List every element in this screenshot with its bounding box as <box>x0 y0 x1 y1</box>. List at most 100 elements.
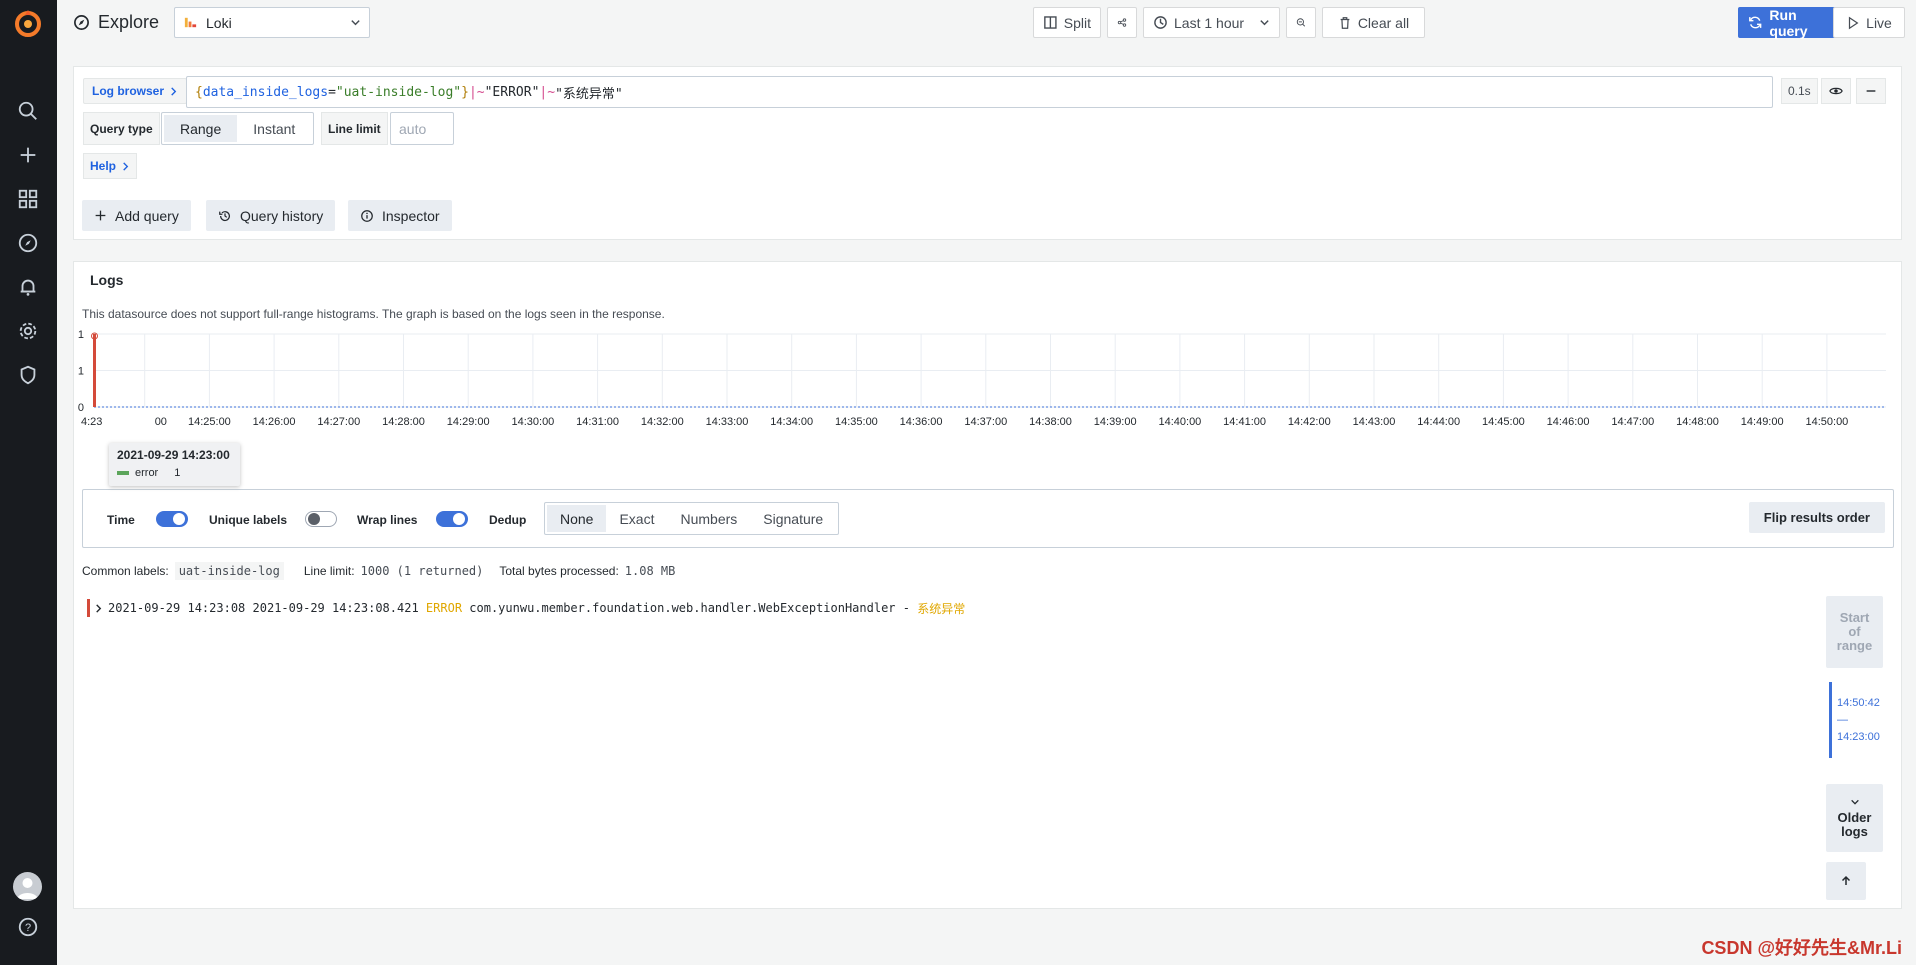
tooltip-series-name: error <box>135 467 159 479</box>
help-icon[interactable]: ? <box>16 915 40 939</box>
chevron-down-icon <box>351 20 360 26</box>
chevron-right-icon <box>123 161 129 171</box>
info-circle-icon <box>361 209 373 222</box>
x-tick-label: 14:25:00 <box>188 416 231 428</box>
query-history-button[interactable]: Query history <box>206 200 336 231</box>
line-limit-input[interactable]: auto <box>390 112 454 145</box>
x-tick-label: 00 <box>155 416 167 428</box>
bytes-processed-value: 1.08 MB <box>624 564 676 578</box>
x-tick-label: 14:28:00 <box>382 416 425 428</box>
x-tick-label: 14:39:00 <box>1094 416 1137 428</box>
x-tick-label: 14:44:00 <box>1417 416 1460 428</box>
play-icon <box>1849 16 1859 29</box>
query-history-label: Query history <box>240 207 324 224</box>
logs-meta: Common labels: uat-inside-log Line limit… <box>82 562 675 580</box>
split-label: Split <box>1063 14 1091 31</box>
grafana-logo-icon[interactable] <box>14 8 42 38</box>
avatar[interactable] <box>13 872 42 901</box>
histogram-bar <box>93 334 96 407</box>
scroll-to-top-button[interactable] <box>1826 862 1866 900</box>
switch-knob <box>453 513 465 525</box>
unique-labels-switch[interactable] <box>305 511 337 527</box>
plus-icon[interactable] <box>16 143 40 167</box>
page-title-text: Explore <box>98 12 160 32</box>
x-tick-label: 14:27:00 <box>317 416 360 428</box>
x-tick-label: 14:40:00 <box>1158 416 1201 428</box>
gear-icon[interactable] <box>16 319 40 343</box>
time-picker[interactable]: Last 1 hour <box>1143 7 1280 38</box>
switch-knob <box>308 513 320 525</box>
split-button[interactable]: Split <box>1033 7 1101 38</box>
live-label: Live <box>1866 14 1892 31</box>
query-editor-panel: Log browser {data_inside_logs = "uat-insid… <box>73 66 1902 240</box>
start-of-range-button[interactable]: Start of range <box>1826 596 1883 668</box>
clock-icon <box>1154 16 1167 29</box>
range-bottom: 14:23:00 <box>1837 730 1880 743</box>
help-button[interactable]: Help <box>83 153 138 179</box>
bytes-processed-label: Total bytes processed: <box>499 564 619 578</box>
dedup-radio: None Exact Numbers Signature <box>544 502 840 535</box>
sidebar: ? <box>0 0 57 965</box>
dedup-numbers[interactable]: Numbers <box>667 505 750 532</box>
wrap-lines-switch[interactable] <box>436 511 468 527</box>
query-type-instant[interactable]: Instant <box>237 115 311 142</box>
query-type-label: Query type <box>83 112 160 145</box>
search-icon[interactable] <box>16 99 40 123</box>
logs-histogram[interactable]: 0 1 1 4:23 00 14:25:00 14:26:00 14:27:00 14:28:0… <box>74 322 1902 432</box>
dedup-none[interactable]: None <box>547 505 607 532</box>
log-browser-label: Log browser <box>92 84 165 98</box>
y-tick-label: 1 <box>78 366 84 378</box>
minus-icon <box>1866 90 1876 92</box>
query-token: "ERROR" <box>484 84 540 100</box>
x-tick-label: 14:29:00 <box>447 416 490 428</box>
line-limit-label: Line limit <box>321 112 388 145</box>
query-type-range[interactable]: Range <box>164 115 238 142</box>
dashboards-icon[interactable] <box>16 187 40 211</box>
x-tick-label: 14:26:00 <box>253 416 296 428</box>
split-icon <box>1044 16 1057 29</box>
toggle-query-visibility-button[interactable] <box>1821 78 1851 104</box>
x-tick-label: 14:32:00 <box>641 416 684 428</box>
clear-all-label: Clear all <box>1357 14 1410 31</box>
bell-icon[interactable] <box>16 275 40 299</box>
x-tick-label: 14:49:00 <box>1741 416 1784 428</box>
run-query-main[interactable]: Run query <box>1738 7 1846 39</box>
log-browser-button[interactable]: Log browser <box>83 78 188 104</box>
x-tick-label: 14:36:00 <box>900 416 943 428</box>
x-tick-label: 4:23 <box>81 416 102 428</box>
query-input[interactable]: {data_inside_logs = "uat-inside-log"} |~ "ER… <box>186 76 1773 108</box>
query-token: |~ <box>539 84 556 100</box>
x-tick-label: 14:43:00 <box>1353 416 1396 428</box>
inspector-button[interactable]: Inspector <box>348 200 452 231</box>
live-button[interactable]: Live <box>1833 7 1905 38</box>
add-query-button[interactable]: Add query <box>82 200 191 231</box>
dedup-signature[interactable]: Signature <box>750 505 836 532</box>
query-token: { <box>195 84 203 100</box>
dedup-exact[interactable]: Exact <box>606 505 667 532</box>
log-line-prefix: 2021-09-29 14:23:08.421 <box>252 601 419 615</box>
log-time-range-marker[interactable]: 14:50:42 — 14:23:00 <box>1829 682 1880 758</box>
y-tick-label: 0 <box>78 402 84 414</box>
remove-query-button[interactable] <box>1856 78 1886 104</box>
shield-icon[interactable] <box>16 363 40 387</box>
log-row[interactable]: 2021-09-29 14:23:08 2021-09-29 14:23:08.… <box>87 599 965 617</box>
query-token: "系统异常" <box>555 86 623 102</box>
graph-tooltip: 2021-09-29 14:23:00 error 1 <box>109 443 240 486</box>
flip-results-button[interactable]: Flip results order <box>1748 502 1885 533</box>
time-switch[interactable] <box>156 511 188 527</box>
history-icon <box>219 210 230 221</box>
chevron-right-icon[interactable] <box>94 603 103 613</box>
histogram-note: This datasource does not support full-ra… <box>82 307 665 321</box>
datasource-picker[interactable]: Loki <box>174 7 370 38</box>
clear-all-button[interactable]: Clear all <box>1322 7 1425 38</box>
switch-knob <box>173 513 185 525</box>
share-button[interactable] <box>1107 7 1137 38</box>
older-logs-button[interactable]: Older logs <box>1826 784 1883 852</box>
zoom-out-button[interactable] <box>1286 7 1316 38</box>
query-type-radio: Range Instant <box>161 112 315 145</box>
explore-compass-icon[interactable] <box>16 231 40 255</box>
loki-logo-icon <box>184 17 197 28</box>
tooltip-series-swatch <box>117 471 129 475</box>
range-dash: — <box>1837 713 1848 726</box>
page-title: Explore <box>73 12 159 33</box>
